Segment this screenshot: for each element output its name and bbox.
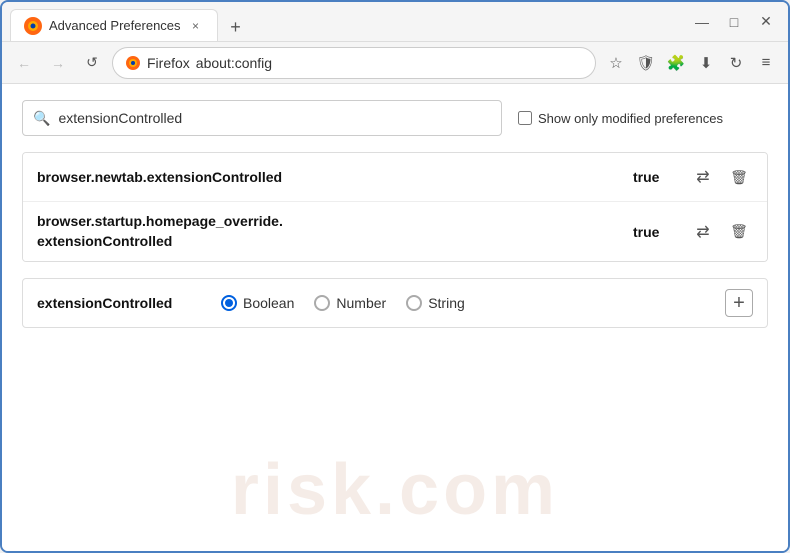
- delete-button-2[interactable]: 🗑: [725, 218, 753, 246]
- pref-search-container[interactable]: 🔍: [22, 100, 502, 136]
- search-row: 🔍 Show only modified preferences: [22, 100, 768, 136]
- menu-icon[interactable]: ≡: [752, 49, 780, 77]
- pref-value-1: true: [633, 169, 673, 185]
- firefox-address-icon: [125, 55, 141, 71]
- reload-button[interactable]: ↺: [78, 49, 106, 77]
- add-pref-button[interactable]: +: [725, 289, 753, 317]
- nav-right-icons: ☆ 🛡 🧩 ⬇ ↻ ≡: [602, 49, 780, 77]
- type-radio-group: Boolean Number String: [221, 295, 465, 311]
- pref-actions-2: ⇄ 🗑: [689, 218, 753, 246]
- extension-icon[interactable]: 🧩: [662, 49, 690, 77]
- swap-button-2[interactable]: ⇄: [689, 218, 717, 246]
- page-content: 🔍 Show only modified preferences browser…: [2, 84, 788, 551]
- firefox-favicon: [23, 16, 43, 36]
- active-tab[interactable]: Advanced Preferences ×: [10, 9, 218, 41]
- nav-bar: ← → ↺ Firefox about:config ☆ 🛡: [2, 42, 788, 84]
- radio-boolean[interactable]: Boolean: [221, 295, 294, 311]
- show-modified-checkbox[interactable]: [518, 111, 532, 125]
- pref-name-1: browser.newtab.extensionControlled: [37, 169, 633, 185]
- tab-close-button[interactable]: ×: [187, 17, 205, 35]
- minimize-button[interactable]: —: [688, 8, 716, 36]
- watermark: risk.com: [231, 449, 559, 531]
- results-table: browser.newtab.extensionControlled true …: [22, 152, 768, 262]
- address-text: about:config: [196, 55, 272, 71]
- address-bar[interactable]: Firefox about:config: [112, 47, 596, 79]
- tab-title: Advanced Preferences: [49, 18, 181, 33]
- pref-name-2: browser.startup.homepage_override. exten…: [37, 212, 633, 251]
- pref-actions-1: ⇄ 🗑: [689, 163, 753, 191]
- maximize-button[interactable]: □: [720, 8, 748, 36]
- firefox-label: Firefox: [147, 55, 190, 71]
- table-row: browser.startup.homepage_override. exten…: [23, 202, 767, 261]
- bookmark-icon[interactable]: ☆: [602, 49, 630, 77]
- radio-boolean-circle: [221, 295, 237, 311]
- title-bar: Advanced Preferences × + — □ ✕: [2, 2, 788, 42]
- pref-value-2: true: [633, 224, 673, 240]
- new-tab-button[interactable]: +: [222, 13, 250, 41]
- close-button[interactable]: ✕: [752, 8, 780, 36]
- radio-string-circle: [406, 295, 422, 311]
- browser-window: Advanced Preferences × + — □ ✕ ← → ↺: [0, 0, 790, 553]
- sync-icon[interactable]: ↻: [722, 49, 750, 77]
- swap-button-1[interactable]: ⇄: [689, 163, 717, 191]
- add-pref-row: extensionControlled Boolean Number Strin…: [22, 278, 768, 328]
- radio-boolean-label: Boolean: [243, 295, 294, 311]
- radio-number-circle: [314, 295, 330, 311]
- back-button[interactable]: ←: [10, 49, 38, 77]
- window-controls: — □ ✕: [688, 8, 780, 36]
- search-icon: 🔍: [33, 110, 50, 127]
- radio-string[interactable]: String: [406, 295, 465, 311]
- radio-number[interactable]: Number: [314, 295, 386, 311]
- new-pref-name: extensionControlled: [37, 295, 197, 311]
- show-modified-label[interactable]: Show only modified preferences: [518, 111, 723, 126]
- tab-area: Advanced Preferences × +: [10, 2, 688, 41]
- table-row: browser.newtab.extensionControlled true …: [23, 153, 767, 202]
- download-icon[interactable]: ⬇: [692, 49, 720, 77]
- forward-button[interactable]: →: [44, 49, 72, 77]
- delete-button-1[interactable]: 🗑: [725, 163, 753, 191]
- shield-icon[interactable]: 🛡: [632, 49, 660, 77]
- search-input[interactable]: [58, 110, 491, 126]
- radio-string-label: String: [428, 295, 465, 311]
- radio-number-label: Number: [336, 295, 386, 311]
